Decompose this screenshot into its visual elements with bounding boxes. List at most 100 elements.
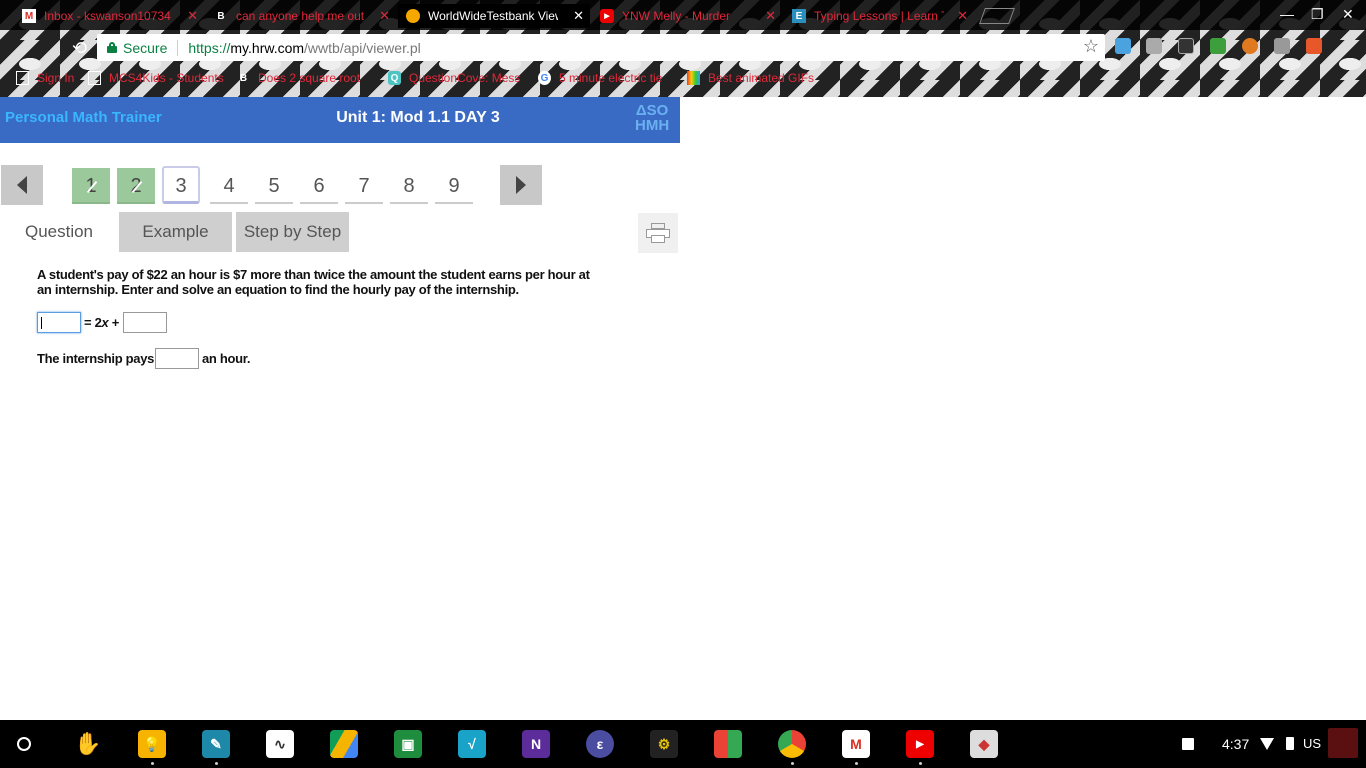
equation-plus: + [108, 315, 120, 330]
battery-icon[interactable] [1286, 737, 1294, 750]
bookmark-star-icon[interactable]: ☆ [1083, 36, 1099, 57]
wifi-icon[interactable] [1260, 738, 1274, 750]
question-nav-1[interactable]: 1 [72, 168, 110, 204]
keep-icon[interactable]: ✋ [74, 730, 102, 758]
bookmark-label: QuestionCove: Mess [409, 71, 521, 85]
bookmark-label: 5 minute electric tie [559, 71, 663, 85]
question-nav-7[interactable]: 7 [345, 168, 383, 204]
pen-icon[interactable]: ✎ [202, 730, 230, 758]
reload-icon[interactable]: ⟲ [72, 38, 87, 59]
close-icon[interactable]: ✕ [379, 8, 390, 24]
equation-constant-input[interactable] [123, 312, 167, 333]
desmos-icon[interactable]: ∿ [266, 730, 294, 758]
questioncove-icon: Q [388, 71, 401, 85]
question-nav-5[interactable]: 5 [255, 168, 293, 204]
bookmark-electric-tie[interactable]: G 5 minute electric tie [538, 71, 662, 85]
close-icon[interactable]: ✕ [765, 8, 776, 24]
screenshot-icon[interactable] [1182, 738, 1194, 750]
tab-title: can anyone help me out [236, 9, 365, 23]
bulb-icon[interactable]: 💡 [138, 730, 166, 758]
clock[interactable]: 4:37 [1222, 736, 1249, 752]
os-shelf: ✋ 💡 ✎ ∿ ▣ √ N ε ⚙ M ▶ ◆ 4:37 US [0, 720, 1366, 768]
url-host: my.hrw.com [230, 39, 305, 56]
browser-tab-inbox[interactable]: M Inbox - kswanson10734 ✕ [14, 4, 204, 28]
drive-icon[interactable] [330, 730, 358, 758]
bookmark-mcs4kids[interactable]: MCS4Kids - Students [88, 71, 224, 85]
answer-prefix: The internship pays $ [37, 351, 165, 366]
question-nav-4[interactable]: 4 [210, 168, 248, 204]
question-nav-9[interactable]: 9 [435, 168, 473, 204]
browser-tab-brainly[interactable]: B can anyone help me out ✕ [206, 4, 396, 28]
bookmark-label: Sign In [37, 71, 75, 85]
logo-mark: ΔЅΟ [635, 102, 669, 119]
minimize-icon[interactable]: — [1280, 6, 1294, 22]
extension-orange-icon[interactable] [1306, 38, 1322, 54]
extension-grammar-icon[interactable] [1146, 38, 1162, 54]
sketch-icon[interactable] [714, 730, 742, 758]
close-icon[interactable]: ✕ [957, 8, 968, 24]
classroom-icon[interactable]: ▣ [394, 730, 422, 758]
close-window-icon[interactable]: ✕ [1342, 6, 1354, 23]
equation-equals: = 2 [84, 315, 102, 330]
hourly-pay-input[interactable] [155, 348, 199, 369]
google-icon: G [538, 71, 551, 85]
extension-green-icon[interactable] [1210, 38, 1226, 54]
address-bar[interactable]: Secure https:// my.hrw.com /wwtb/api/vie… [97, 34, 1105, 61]
input-language[interactable]: US [1303, 736, 1321, 751]
close-icon[interactable]: ✕ [187, 8, 198, 24]
bookmark-label: Does 2 square root [258, 71, 361, 85]
browser-tab-typing[interactable]: E Typing Lessons | Learn T ✕ [784, 4, 974, 28]
youtube-icon: ▶ [600, 9, 614, 23]
youtube-icon[interactable]: ▶ [906, 730, 934, 758]
equation-text: = 2x + [84, 315, 119, 330]
question-nav-3[interactable]: 3 [162, 166, 200, 204]
ink-icon[interactable]: ◆ [970, 730, 998, 758]
extension-cast-icon[interactable] [1178, 38, 1194, 54]
avatar[interactable] [1328, 728, 1358, 758]
bookmark-animated-gifs[interactable]: Best animated GIFs [687, 71, 814, 85]
tab-title: YNW Melly - Murder [622, 9, 731, 23]
bookmark-label: MCS4Kids - Students [109, 71, 224, 85]
browser-tab-worldwidetestbank[interactable]: WorldWideTestbank View ✕ [398, 4, 590, 28]
page-icon [88, 71, 101, 85]
tab-step-by-step[interactable]: Step by Step [236, 212, 349, 252]
bookmark-questioncove[interactable]: Q QuestionCove: Mess [388, 71, 520, 85]
onenote-icon[interactable]: N [522, 730, 550, 758]
gmail-icon[interactable]: M [842, 730, 870, 758]
running-indicator [919, 762, 922, 765]
bookmark-brainly[interactable]: B Does 2 square root [237, 71, 360, 85]
browser-chrome: M Inbox - kswanson10734 ✕ B can anyone h… [0, 0, 1366, 97]
next-question-button[interactable] [500, 165, 542, 205]
brainly-icon: B [239, 72, 248, 84]
arrow-left-icon [17, 176, 27, 194]
question-nav-8[interactable]: 8 [390, 168, 428, 204]
hmh-favicon [406, 9, 420, 23]
divider [177, 39, 179, 56]
printer-icon [646, 223, 670, 243]
maximize-icon[interactable]: ❐ [1311, 6, 1324, 23]
running-indicator [151, 762, 154, 765]
browser-tab-youtube[interactable]: ▶ YNW Melly - Murder ✕ [592, 4, 782, 28]
close-icon[interactable]: ✕ [573, 8, 584, 24]
print-button[interactable] [638, 213, 678, 253]
url-path: /wwtb/api/viewer.pl [304, 39, 421, 56]
question-nav-2[interactable]: 2 [117, 168, 155, 204]
extension-puzzle-icon[interactable] [1274, 38, 1290, 54]
sqrt-icon[interactable]: √ [458, 730, 486, 758]
extension-fox-icon[interactable] [1242, 38, 1258, 54]
extension-cloud-icon[interactable] [1115, 38, 1131, 54]
launcher-icon[interactable] [17, 737, 31, 751]
chrome-icon[interactable] [778, 730, 806, 758]
new-tab-button[interactable] [979, 8, 1015, 24]
page-icon [16, 71, 29, 85]
previous-question-button[interactable] [1, 165, 43, 205]
tab-example[interactable]: Example [119, 212, 232, 252]
equation-left-input[interactable] [37, 312, 81, 333]
bookmark-sign-in[interactable]: Sign In [16, 71, 74, 85]
edclub-icon: E [792, 9, 806, 23]
tab-question[interactable]: Question [18, 212, 100, 252]
question-nav-6[interactable]: 6 [300, 168, 338, 204]
settings-icon[interactable]: ⚙ [650, 730, 678, 758]
text-caret [41, 317, 42, 329]
edpuzzle-icon[interactable]: ε [586, 730, 614, 758]
